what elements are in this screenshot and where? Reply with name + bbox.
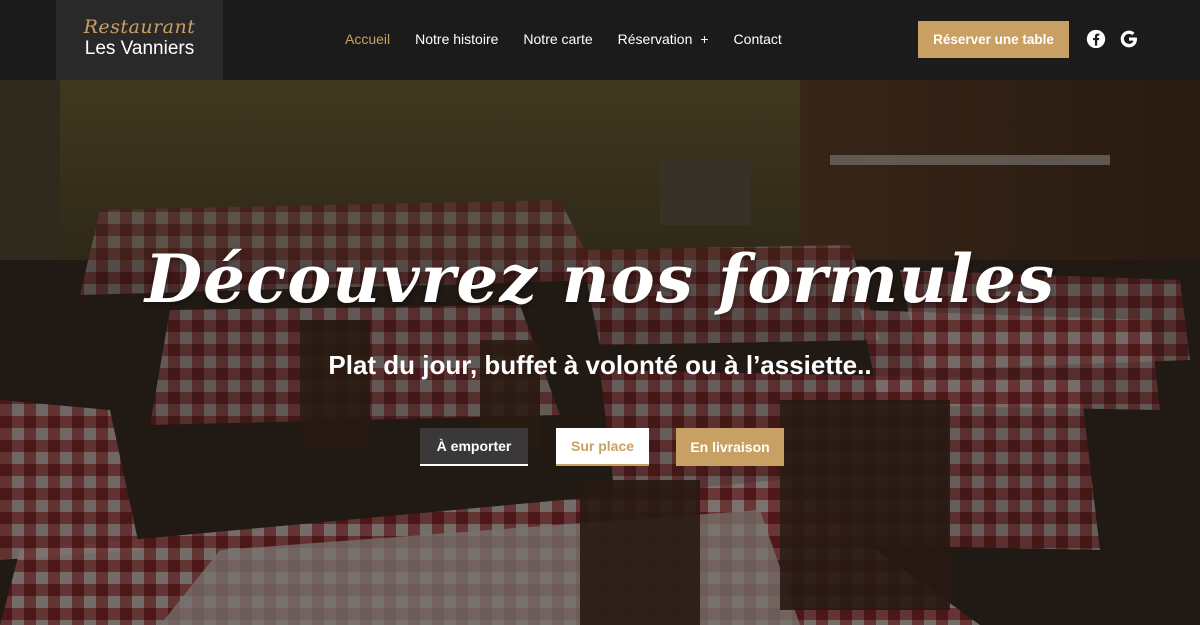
nav-item-notre-carte[interactable]: Notre carte: [523, 28, 592, 50]
site-header: Restaurant Les Vanniers Accueil Notre hi…: [0, 0, 1200, 80]
main-nav: Accueil Notre histoire Notre carte Réser…: [345, 28, 807, 50]
logo-script-text: Restaurant: [83, 16, 196, 38]
dine-in-button[interactable]: Sur place: [556, 428, 649, 466]
facebook-icon[interactable]: [1086, 29, 1106, 49]
nav-item-accueil[interactable]: Accueil: [345, 28, 390, 50]
takeaway-button[interactable]: À emporter: [420, 428, 528, 466]
hero-title: Découvrez nos formules: [144, 240, 1056, 318]
nav-expand-icon[interactable]: +: [700, 31, 708, 47]
delivery-button[interactable]: En livraison: [676, 428, 784, 466]
reserve-table-button[interactable]: Réserver une table: [918, 21, 1069, 58]
hero-section: Découvrez nos formules Plat du jour, buf…: [0, 80, 1200, 625]
nav-item-reservation-label: Réservation: [617, 31, 693, 47]
logo-name-text: Les Vanniers: [84, 38, 195, 59]
hero-subtitle: Plat du jour, buffet à volonté ou à l’as…: [328, 350, 872, 380]
nav-item-reservation[interactable]: Réservation +: [618, 28, 709, 50]
nav-item-contact[interactable]: Contact: [734, 28, 782, 50]
google-icon[interactable]: [1119, 29, 1139, 49]
nav-item-notre-histoire[interactable]: Notre histoire: [415, 28, 498, 50]
site-logo[interactable]: Restaurant Les Vanniers: [56, 0, 223, 80]
